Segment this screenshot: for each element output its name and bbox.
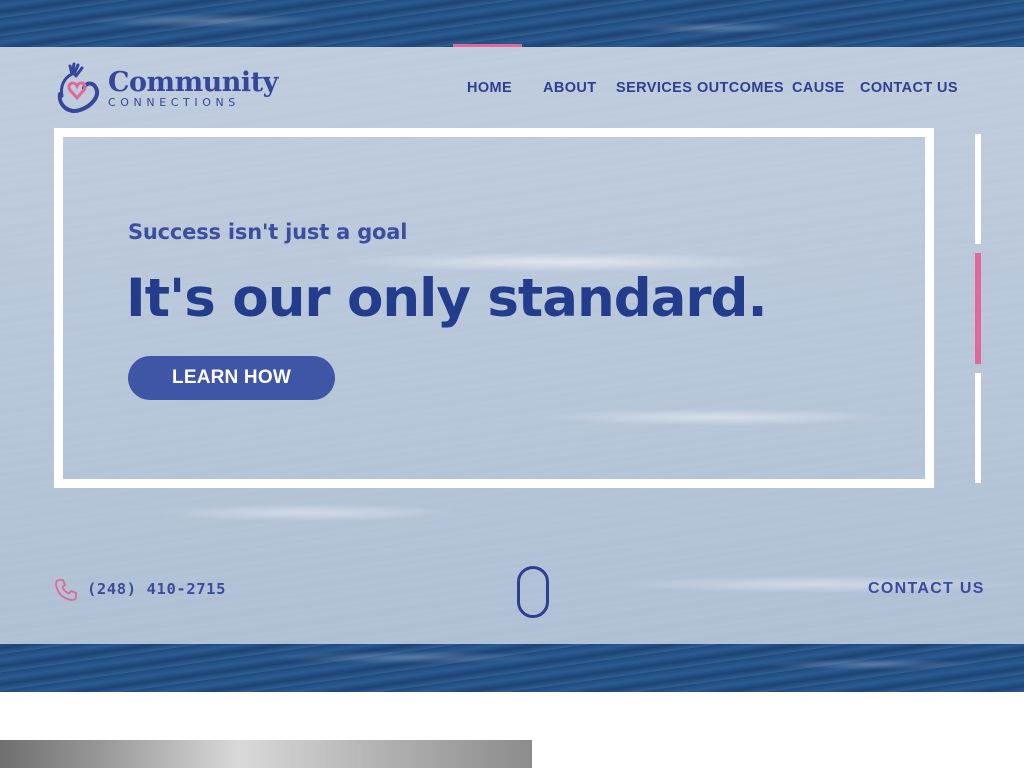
- mouse-scroll-icon[interactable]: [517, 566, 549, 618]
- hero-kicker: Success isn't just a goal: [128, 220, 408, 244]
- slide-indicator-2-active[interactable]: [975, 253, 981, 364]
- active-nav-indicator: [453, 44, 522, 47]
- phone-number-link[interactable]: (248) 410-2715: [87, 580, 226, 598]
- learn-how-button[interactable]: LEARN HOW: [128, 356, 335, 400]
- logo-tagline: CONNECTIONS: [108, 95, 240, 109]
- nav-about[interactable]: ABOUT: [543, 80, 597, 96]
- main-nav: HOME ABOUT SERVICES OUTCOMES CAUSE CONTA…: [0, 80, 1024, 98]
- nav-cause[interactable]: CAUSE: [792, 80, 845, 96]
- nav-services[interactable]: SERVICES: [616, 80, 692, 96]
- slide-indicator-3[interactable]: [975, 373, 981, 483]
- nav-home[interactable]: HOME: [467, 80, 512, 96]
- nav-contact-us[interactable]: CONTACT US: [860, 80, 958, 96]
- contact-us-link[interactable]: CONTACT US: [868, 580, 985, 598]
- nav-outcomes[interactable]: OUTCOMES: [697, 80, 784, 96]
- section-photo: [0, 740, 532, 768]
- slide-indicator-1[interactable]: [975, 134, 981, 244]
- phone-icon: [55, 579, 77, 601]
- hero-headline: It's our only standard.: [126, 268, 768, 329]
